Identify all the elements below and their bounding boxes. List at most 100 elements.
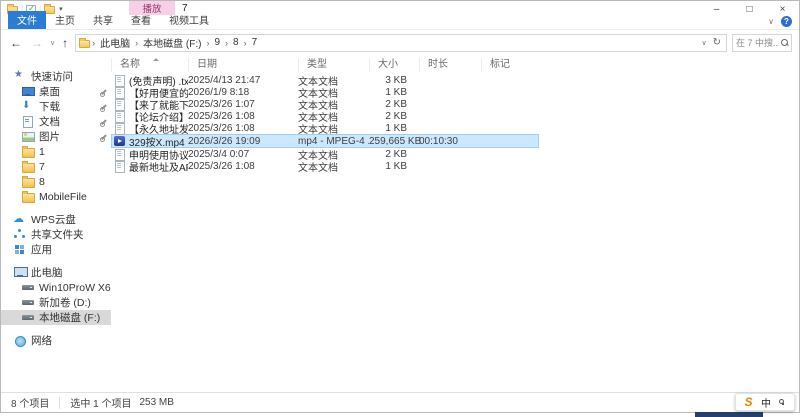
sidebar-item-应用[interactable]: 应用 bbox=[1, 242, 111, 257]
refresh-icon[interactable]: ↻ bbox=[713, 37, 721, 48]
file-date: 2025/3/26 1:08 bbox=[188, 122, 255, 134]
pictures-icon bbox=[22, 131, 35, 142]
txt-file-icon bbox=[114, 98, 125, 111]
help-icon[interactable]: ? bbox=[781, 16, 792, 27]
column-header-size[interactable]: 大小 bbox=[369, 58, 419, 72]
sidebar-item-桌面[interactable]: 桌面 bbox=[1, 84, 111, 99]
file-date: 2025/3/4 0:07 bbox=[188, 148, 250, 160]
ime-tools-icon[interactable] bbox=[779, 399, 785, 405]
folder-icon bbox=[22, 191, 35, 203]
breadcrumb[interactable]: › 此电脑 › 本地磁盘 (F:) › 9 › 8 › 7 ∨ ↻ bbox=[75, 33, 727, 52]
file-size: 2 KB bbox=[385, 98, 407, 110]
sidebar-item-下载[interactable]: 下载 bbox=[1, 99, 111, 114]
tab-文件[interactable]: 文件 bbox=[8, 11, 46, 29]
tab-主页[interactable]: 主页 bbox=[46, 11, 84, 29]
breadcrumb-item[interactable]: 此电脑 bbox=[96, 35, 134, 50]
txt-file-icon bbox=[114, 122, 125, 135]
file-name-cell: 最新地址及APP请... bbox=[111, 159, 188, 174]
file-size: 2 KB bbox=[385, 148, 407, 160]
txt-file-icon bbox=[114, 160, 125, 173]
sidebar-item-本地磁盘 (F:)[interactable]: 本地磁盘 (F:) bbox=[1, 310, 111, 325]
txt-file-icon bbox=[114, 148, 125, 161]
star-icon bbox=[14, 69, 26, 82]
sidebar-item-MobileFile[interactable]: MobileFile bbox=[1, 189, 111, 204]
selection-count: 选中 1 个项目 bbox=[70, 399, 132, 410]
desktop-icon bbox=[22, 86, 35, 97]
sidebar-item-label: 此电脑 bbox=[31, 267, 63, 279]
breadcrumb-item[interactable]: 8 bbox=[229, 37, 243, 48]
address-right-controls: ∨ ↻ bbox=[701, 37, 723, 48]
file-pane: 名称 日期 类型 大小 时长 标记 (免责声明) .txt 2025/4/13 … bbox=[111, 55, 799, 392]
txt-file-icon bbox=[114, 86, 125, 99]
ime-mode-chinese[interactable]: 中 bbox=[761, 395, 771, 410]
column-header-date[interactable]: 日期 bbox=[188, 58, 298, 72]
sidebar-item-1[interactable]: 1 bbox=[1, 144, 111, 159]
txt-file-icon bbox=[114, 110, 125, 123]
sidebar-item-label: Win10ProW X64 (C:) bbox=[39, 281, 111, 294]
breadcrumb-item[interactable]: 本地磁盘 (F:) bbox=[139, 35, 205, 50]
sidebar-item-label: 7 bbox=[39, 160, 45, 173]
sidebar-item-label: WPS云盘 bbox=[31, 214, 76, 226]
sidebar-item-label: 桌面 bbox=[39, 86, 60, 98]
search-input[interactable]: 在 7 中搜... bbox=[732, 33, 792, 52]
folder-icon bbox=[22, 176, 35, 188]
history-caret-icon[interactable]: ∨ bbox=[50, 39, 55, 47]
sidebar-item-新加卷 (D:)[interactable]: 新加卷 (D:) bbox=[1, 295, 111, 310]
sidebar-item-WPS云盘[interactable]: WPS云盘 bbox=[1, 212, 111, 227]
ribbon-collapse-chevron-icon[interactable]: ∨ bbox=[768, 17, 774, 26]
sidebar-item-8[interactable]: 8 bbox=[1, 174, 111, 189]
column-header-name[interactable]: 名称 bbox=[111, 58, 188, 72]
ribbon-right-controls: ∨ ? bbox=[768, 16, 792, 27]
breadcrumb-items: › 此电脑 › 本地磁盘 (F:) › 9 › 8 › 7 bbox=[91, 35, 261, 50]
sidebar-item-网络[interactable]: 网络 bbox=[1, 333, 111, 348]
file-date: 2025/3/26 1:08 bbox=[188, 110, 255, 122]
file-size: 1 KB bbox=[385, 86, 407, 98]
sidebar-item-共享文件夹[interactable]: 共享文件夹 bbox=[1, 227, 111, 242]
file-size: 2 KB bbox=[385, 110, 407, 122]
sidebar-item-label: 图片 bbox=[39, 131, 60, 143]
sidebar-item-文档[interactable]: 文档 bbox=[1, 114, 111, 129]
sidebar-item-此电脑[interactable]: 此电脑 bbox=[1, 265, 111, 280]
sidebar-item-label: 网络 bbox=[31, 335, 52, 347]
forward-icon[interactable]: → bbox=[29, 37, 45, 49]
video-file-icon bbox=[114, 135, 125, 147]
search-placeholder: 在 7 中搜... bbox=[736, 38, 779, 48]
tab-视频工具[interactable]: 视频工具 bbox=[160, 11, 218, 29]
search-icon[interactable] bbox=[781, 39, 788, 46]
sidebar-item-7[interactable]: 7 bbox=[1, 159, 111, 174]
sidebar-item-label: MobileFile bbox=[39, 190, 87, 203]
status-bar: 8 个项目 选中 1 个项目 253 MB bbox=[1, 392, 799, 412]
address-dropdown-caret-icon[interactable]: ∨ bbox=[701, 39, 706, 47]
main-area: 快速访问 桌面 下载 文档 图片 1 7 8 MobileFile WPS云盘 bbox=[1, 55, 799, 392]
pin-icon bbox=[99, 133, 107, 142]
pin-icon bbox=[99, 103, 107, 112]
sort-ascending-icon bbox=[153, 58, 159, 61]
file-date: 2026/3/26 19:09 bbox=[188, 135, 261, 147]
column-header-type[interactable]: 类型 bbox=[298, 58, 369, 72]
network-icon bbox=[14, 335, 26, 347]
ime-toolbar[interactable]: S 中 bbox=[735, 393, 795, 411]
location-folder-icon bbox=[79, 37, 91, 48]
sidebar-item-label: 1 bbox=[39, 145, 45, 158]
back-icon[interactable]: ← bbox=[8, 37, 24, 49]
sogou-logo-icon[interactable]: S bbox=[744, 396, 752, 408]
file-list: (免责声明) .txt 2025/4/13 21:47 文本文档 3 KB 【好… bbox=[111, 74, 799, 174]
cloud-icon bbox=[13, 212, 26, 225]
table-row[interactable]: 【永久地址发布页... 2025/3/26 1:08 文本文档 1 KB bbox=[111, 122, 539, 136]
drive-icon bbox=[22, 312, 34, 323]
share-icon bbox=[14, 229, 26, 240]
ribbon-tab-row: 文件 主页 共享 查看 视频工具 ∨ ? bbox=[1, 11, 799, 30]
table-row[interactable]: 最新地址及APP请... 2025/3/26 1:08 文本文档 1 KB bbox=[111, 159, 539, 174]
status-divider bbox=[59, 396, 61, 409]
tab-查看[interactable]: 查看 bbox=[122, 11, 160, 29]
sidebar-item-Win10ProW X64 (C:)[interactable]: Win10ProW X64 (C:) bbox=[1, 280, 111, 295]
column-header-duration[interactable]: 时长 bbox=[419, 58, 481, 72]
column-header-tags[interactable]: 标记 bbox=[481, 58, 539, 72]
sidebar-item-快速访问[interactable]: 快速访问 bbox=[1, 69, 111, 84]
download-icon bbox=[22, 100, 34, 112]
breadcrumb-item[interactable]: 9 bbox=[210, 37, 224, 48]
sidebar-item-图片[interactable]: 图片 bbox=[1, 129, 111, 144]
tab-共享[interactable]: 共享 bbox=[84, 11, 122, 29]
breadcrumb-item[interactable]: 7 bbox=[248, 37, 262, 48]
up-icon[interactable]: ↑ bbox=[60, 37, 70, 49]
